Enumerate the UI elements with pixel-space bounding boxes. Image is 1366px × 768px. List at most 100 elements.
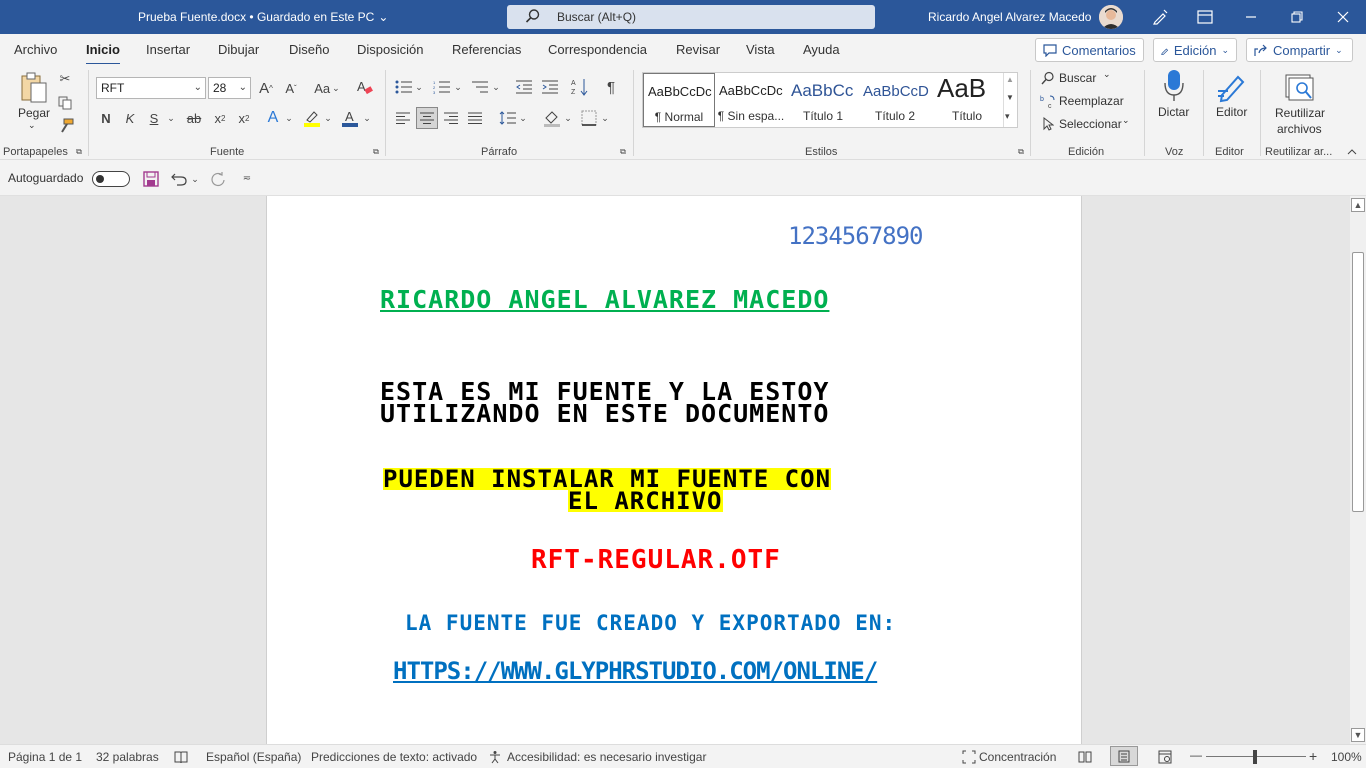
bold-icon[interactable]: N — [98, 109, 114, 127]
chevron-down-icon[interactable]: ⌄ — [28, 120, 36, 131]
scroll-down-icon[interactable]: ▼ — [1006, 93, 1014, 102]
editing-mode-button[interactable]: Edición ⌄ — [1153, 38, 1237, 62]
text-effects-icon[interactable]: A — [264, 109, 282, 127]
select-cursor-icon[interactable] — [1040, 116, 1056, 132]
tab-insertar[interactable]: Insertar — [146, 42, 190, 57]
save-icon[interactable] — [142, 170, 160, 188]
dictate-button[interactable]: Dictar — [1158, 105, 1189, 119]
font-name-combo[interactable]: RFT ⌄ — [96, 77, 206, 99]
show-formatting-icon[interactable]: ¶ — [602, 77, 620, 97]
chevron-down-icon[interactable]: ⌄ — [1103, 69, 1111, 80]
pen-icon[interactable] — [1146, 5, 1174, 29]
collapse-ribbon-icon[interactable] — [1346, 146, 1358, 158]
replace-button[interactable]: Reemplazar — [1059, 94, 1124, 108]
tab-dibujar[interactable]: Dibujar — [218, 42, 259, 57]
subscript-icon[interactable]: x2 — [210, 109, 230, 127]
find-button[interactable]: Buscar — [1059, 71, 1096, 85]
focus-mode[interactable]: Concentración — [979, 750, 1056, 764]
borders-icon[interactable] — [580, 109, 598, 127]
customize-qat-icon[interactable]: ≂ — [240, 171, 254, 185]
tab-referencias[interactable]: Referencias — [452, 42, 521, 57]
paste-icon[interactable] — [16, 70, 52, 106]
user-name[interactable]: Ricardo Angel Alvarez Macedo — [928, 10, 1091, 24]
tab-vista[interactable]: Vista — [746, 42, 775, 57]
text-predictions[interactable]: Predicciones de texto: activado — [311, 750, 477, 764]
tab-ayuda[interactable]: Ayuda — [803, 42, 840, 57]
format-painter-icon[interactable] — [58, 118, 74, 134]
align-center-icon[interactable] — [416, 107, 438, 129]
shading-icon[interactable] — [542, 108, 562, 128]
bullets-icon[interactable] — [394, 78, 414, 96]
zoom-out-icon[interactable]: — — [1190, 748, 1202, 762]
style-no-spacing[interactable]: AaBbCcDc ¶ Sin espa... — [715, 73, 787, 127]
print-layout-icon[interactable] — [1110, 746, 1138, 766]
change-case-button[interactable]: Aa ⌄ — [312, 78, 342, 98]
scrollbar-thumb[interactable] — [1352, 252, 1364, 512]
web-layout-icon[interactable] — [1158, 750, 1172, 767]
chevron-down-icon[interactable]: ⌄ — [453, 80, 463, 94]
reuse-files-icon[interactable] — [1283, 72, 1315, 104]
font-size-combo[interactable]: 28 ⌄ — [208, 77, 251, 99]
undo-icon[interactable] — [170, 170, 188, 188]
vertical-scrollbar[interactable]: ▲ ▼ — [1350, 196, 1366, 744]
language[interactable]: Español (España) — [206, 750, 301, 764]
dialog-launcher-icon[interactable]: ⧉ — [371, 147, 381, 157]
tab-revisar[interactable]: Revisar — [676, 42, 720, 57]
zoom-slider-thumb[interactable] — [1253, 750, 1257, 764]
chevron-down-icon[interactable]: ⌄ — [1122, 115, 1130, 126]
chevron-down-icon[interactable]: ⌄ — [166, 111, 176, 125]
tab-diseno[interactable]: Diseño — [289, 42, 329, 57]
sort-icon[interactable]: AZ — [570, 77, 590, 97]
editor-pen-icon[interactable] — [1216, 70, 1248, 104]
read-mode-icon[interactable] — [1078, 750, 1092, 767]
ribbon-display-icon[interactable] — [1191, 5, 1219, 29]
page-count[interactable]: Página 1 de 1 — [8, 750, 82, 764]
style-heading-1[interactable]: AaBbCc Título 1 — [787, 73, 859, 127]
cut-icon[interactable]: ✂ — [58, 71, 72, 86]
expand-styles-icon[interactable]: ▾ — [1005, 111, 1010, 122]
chevron-down-icon[interactable]: ⌄ — [284, 111, 294, 125]
chevron-down-icon[interactable]: ⌄ — [414, 80, 424, 94]
style-heading-2[interactable]: AaBbCcD Título 2 — [859, 73, 931, 127]
style-normal[interactable]: AaBbCcDc ¶ Normal — [643, 73, 715, 127]
comments-button[interactable]: Comentarios — [1035, 38, 1144, 62]
highlight-icon[interactable] — [302, 108, 322, 128]
dialog-launcher-icon[interactable]: ⧉ — [618, 147, 628, 157]
search-box[interactable]: Buscar (Alt+Q) — [507, 5, 875, 29]
chevron-down-icon[interactable]: ⌄ — [563, 111, 573, 125]
strikethrough-icon[interactable]: ab — [184, 109, 204, 127]
tab-archivo[interactable]: Archivo — [14, 42, 57, 57]
shrink-font-icon[interactable]: Aˇ — [281, 78, 301, 98]
dialog-launcher-icon[interactable]: ⧉ — [1016, 147, 1026, 157]
dialog-launcher-icon[interactable]: ⧉ — [74, 147, 84, 157]
minimize-icon[interactable] — [1237, 5, 1265, 29]
style-title[interactable]: AaB Título — [931, 73, 1003, 127]
increase-indent-icon[interactable] — [540, 78, 560, 96]
superscript-icon[interactable]: x2 — [234, 109, 254, 127]
url-link[interactable]: https://www.glyphrstudio.com/online/ — [393, 657, 878, 685]
scroll-up-icon[interactable]: ▲ — [1351, 198, 1365, 212]
italic-icon[interactable]: K — [122, 109, 138, 127]
replace-icon[interactable]: bc — [1040, 93, 1056, 109]
tab-inicio[interactable]: Inicio — [86, 42, 120, 66]
document-page[interactable]: 1234567890 Ricardo Angel Alvarez Macedo … — [266, 196, 1082, 744]
zoom-in-icon[interactable]: + — [1309, 748, 1317, 764]
align-left-icon[interactable] — [394, 109, 412, 127]
share-button[interactable]: Compartir ⌄ — [1246, 38, 1353, 62]
word-count[interactable]: 32 palabras — [96, 750, 159, 764]
restore-icon[interactable] — [1283, 5, 1311, 29]
accessibility-status[interactable]: Accesibilidad: es necesario investigar — [507, 750, 706, 764]
clear-formatting-icon[interactable]: A — [354, 77, 374, 97]
chevron-down-icon[interactable]: ⌄ — [362, 111, 372, 125]
scroll-down-icon[interactable]: ▼ — [1351, 728, 1365, 742]
find-icon[interactable] — [1040, 70, 1056, 86]
zoom-level[interactable]: 100% — [1331, 750, 1362, 764]
tab-correspondencia[interactable]: Correspondencia — [548, 42, 647, 57]
line-spacing-icon[interactable] — [498, 109, 518, 127]
document-title[interactable]: Prueba Fuente.docx • Guardado en Este PC… — [138, 10, 388, 24]
chevron-down-icon[interactable]: ⌄ — [518, 111, 528, 125]
proofing-icon[interactable] — [174, 750, 188, 767]
microphone-icon[interactable] — [1160, 68, 1188, 104]
underline-icon[interactable]: S — [146, 109, 162, 127]
copy-icon[interactable] — [58, 96, 72, 110]
